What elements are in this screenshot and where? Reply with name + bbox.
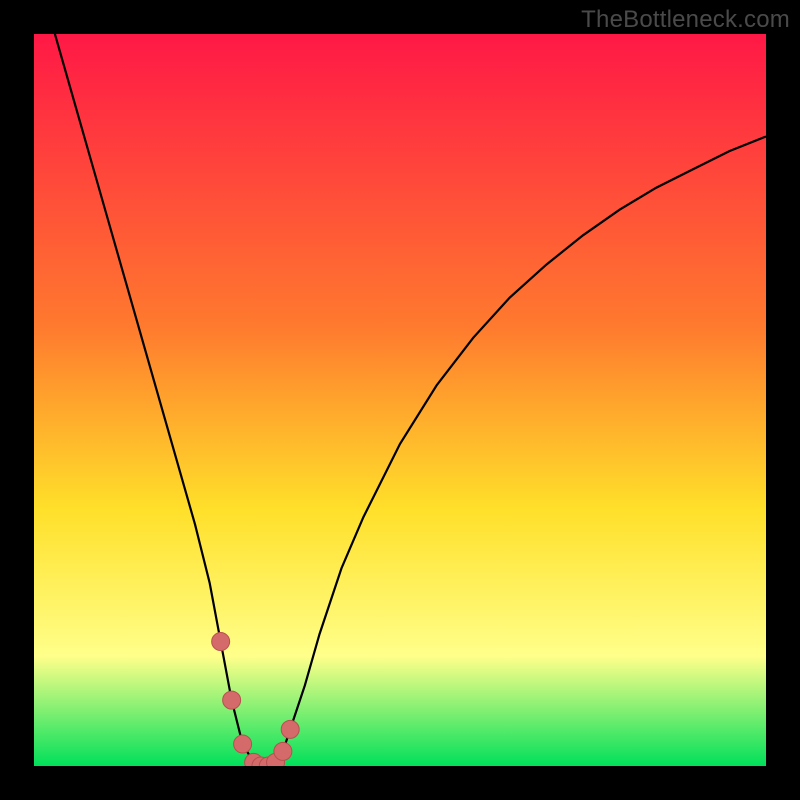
chart-svg xyxy=(34,34,766,766)
gradient-bg xyxy=(34,34,766,766)
optimal-marker xyxy=(223,691,241,709)
optimal-marker xyxy=(234,735,252,753)
optimal-marker xyxy=(274,742,292,760)
chart-frame: TheBottleneck.com xyxy=(0,0,800,800)
plot-area xyxy=(34,34,766,766)
optimal-marker xyxy=(212,633,230,651)
optimal-marker xyxy=(281,720,299,738)
watermark-text: TheBottleneck.com xyxy=(581,6,790,34)
